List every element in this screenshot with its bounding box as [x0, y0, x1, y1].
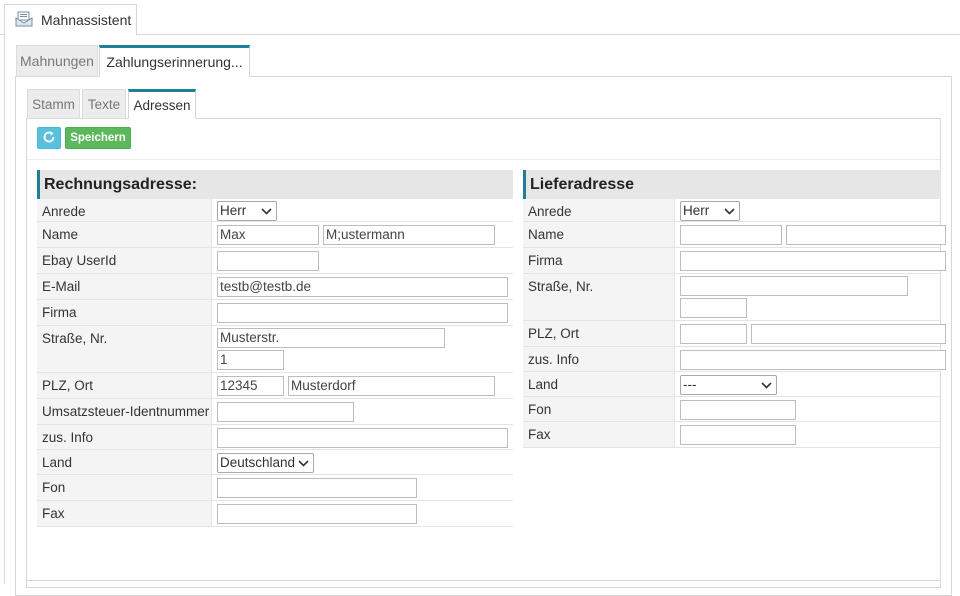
chevron-down-icon — [723, 204, 736, 218]
delivery-row-company: Firma — [523, 248, 946, 274]
field-label: Firma — [523, 248, 674, 273]
chevron-down-icon — [760, 378, 773, 392]
billing-fax-input[interactable] — [217, 504, 417, 524]
billing-row-company: Firma — [37, 300, 513, 326]
billing-row-extra: zus. Info — [37, 425, 513, 450]
tab-mahnungen[interactable]: Mahnungen — [16, 45, 98, 77]
field-label: zus. Info — [523, 347, 674, 371]
billing-row-fax: Fax — [37, 501, 513, 527]
delivery-street-input[interactable] — [680, 276, 908, 296]
field-label: E-Mail — [37, 274, 211, 299]
delivery-row-phone: Fon — [523, 397, 941, 422]
billing-row-zip-city: PLZ, Ort 12345 Musterdorf — [37, 373, 513, 399]
billing-address-title: Rechnungsadresse: — [37, 170, 513, 199]
billing-company-input[interactable] — [217, 303, 508, 323]
billing-vat-id-input[interactable] — [217, 402, 354, 422]
billing-ebay-userid-input[interactable] — [217, 251, 319, 271]
frame-border — [4, 35, 5, 584]
field-label: Straße, Nr. — [523, 274, 674, 320]
billing-row-salutation: Anrede Herr — [37, 199, 513, 222]
delivery-zip-input[interactable] — [680, 324, 747, 344]
billing-zip-input[interactable]: 12345 — [217, 376, 284, 396]
billing-email-input[interactable]: testb@testb.de — [217, 277, 508, 297]
refresh-button[interactable] — [37, 127, 61, 149]
billing-city-input[interactable]: Musterdorf — [288, 376, 495, 396]
field-label: Anrede — [523, 199, 674, 221]
billing-extra-info-input[interactable] — [217, 428, 508, 448]
delivery-phone-input[interactable] — [680, 400, 796, 420]
field-label: Umsatzsteuer-Identnummer — [37, 399, 211, 424]
tab-zahlungserinnerung[interactable]: Zahlungserinnerung... — [99, 45, 250, 77]
delivery-address-title: Lieferadresse — [523, 170, 941, 199]
delivery-row-street: Straße, Nr. — [523, 274, 941, 321]
tab-texte[interactable]: Texte — [82, 89, 126, 119]
field-label: Land — [523, 372, 674, 396]
delivery-salutation-select[interactable]: Herr — [680, 201, 740, 221]
billing-row-phone: Fon — [37, 475, 513, 501]
field-label: Name — [37, 222, 211, 247]
delivery-row-name: Name — [523, 222, 946, 248]
billing-salutation-select[interactable]: Herr — [217, 201, 277, 221]
billing-row-ebay: Ebay UserId — [37, 248, 513, 274]
billing-address-section: Rechnungsadresse: Anrede Herr Name Max M… — [37, 170, 513, 527]
field-label: Ebay UserId — [37, 248, 211, 273]
delivery-row-zip-city: PLZ, Ort — [523, 321, 946, 347]
field-label: PLZ, Ort — [523, 321, 674, 346]
field-label: Fon — [523, 397, 674, 421]
billing-row-email: E-Mail testb@testb.de — [37, 274, 513, 300]
delivery-last-name-input[interactable] — [786, 225, 946, 245]
refresh-icon — [42, 130, 56, 147]
tab-stamm[interactable]: Stamm — [27, 89, 80, 119]
window-title: Mahnassistent — [41, 12, 132, 28]
delivery-extra-info-input[interactable] — [680, 350, 946, 370]
chevron-down-icon — [297, 456, 310, 470]
delivery-address-section: Lieferadresse Anrede Herr Name Firma Str… — [523, 170, 946, 448]
delivery-company-input[interactable] — [680, 251, 946, 271]
delivery-fax-input[interactable] — [680, 425, 796, 445]
chevron-down-icon — [260, 204, 273, 218]
field-label: Fon — [37, 475, 211, 500]
select-value: --- — [683, 377, 697, 392]
field-label: Fax — [523, 422, 674, 447]
billing-country-select[interactable]: Deutschland — [217, 453, 314, 473]
save-button[interactable]: Speichern — [65, 127, 131, 149]
field-label: Fax — [37, 501, 211, 526]
billing-street-input[interactable]: Musterstr. — [217, 328, 445, 348]
delivery-row-extra: zus. Info — [523, 347, 946, 372]
billing-row-country: Land Deutschland — [37, 450, 513, 475]
field-label: Firma — [37, 300, 211, 325]
panel-bottom-border — [27, 580, 940, 581]
delivery-row-fax: Fax — [523, 422, 941, 448]
field-label: Name — [523, 222, 674, 247]
select-value: Herr — [683, 203, 710, 218]
delivery-row-country: Land --- — [523, 372, 941, 397]
select-value: Deutschland — [220, 455, 296, 470]
delivery-country-select[interactable]: --- — [680, 375, 777, 395]
billing-row-vat: Umsatzsteuer-Identnummer — [37, 399, 513, 425]
billing-last-name-input[interactable]: M;ustermann — [323, 225, 495, 245]
billing-house-number-input[interactable]: 1 — [217, 350, 284, 370]
billing-first-name-input[interactable]: Max — [217, 225, 319, 245]
select-value: Herr — [220, 203, 247, 218]
field-label: Anrede — [37, 199, 211, 221]
envelope-document-icon — [15, 11, 33, 30]
billing-row-street: Straße, Nr. Musterstr. 1 — [37, 326, 513, 373]
field-label: zus. Info — [37, 425, 211, 449]
tab-adressen[interactable]: Adressen — [128, 89, 196, 119]
toolbar-divider — [27, 159, 940, 160]
delivery-house-number-input[interactable] — [680, 298, 747, 318]
billing-row-name: Name Max M;ustermann — [37, 222, 513, 248]
delivery-row-salutation: Anrede Herr — [523, 199, 941, 222]
delivery-first-name-input[interactable] — [680, 225, 782, 245]
billing-phone-input[interactable] — [217, 478, 417, 498]
field-label: Straße, Nr. — [37, 326, 211, 372]
delivery-city-input[interactable] — [751, 324, 946, 344]
window-tab-mahnassistent[interactable]: Mahnassistent — [4, 4, 137, 36]
field-label: Land — [37, 450, 211, 474]
window-tab-bar — [0, 0, 960, 35]
field-label: PLZ, Ort — [37, 373, 211, 398]
